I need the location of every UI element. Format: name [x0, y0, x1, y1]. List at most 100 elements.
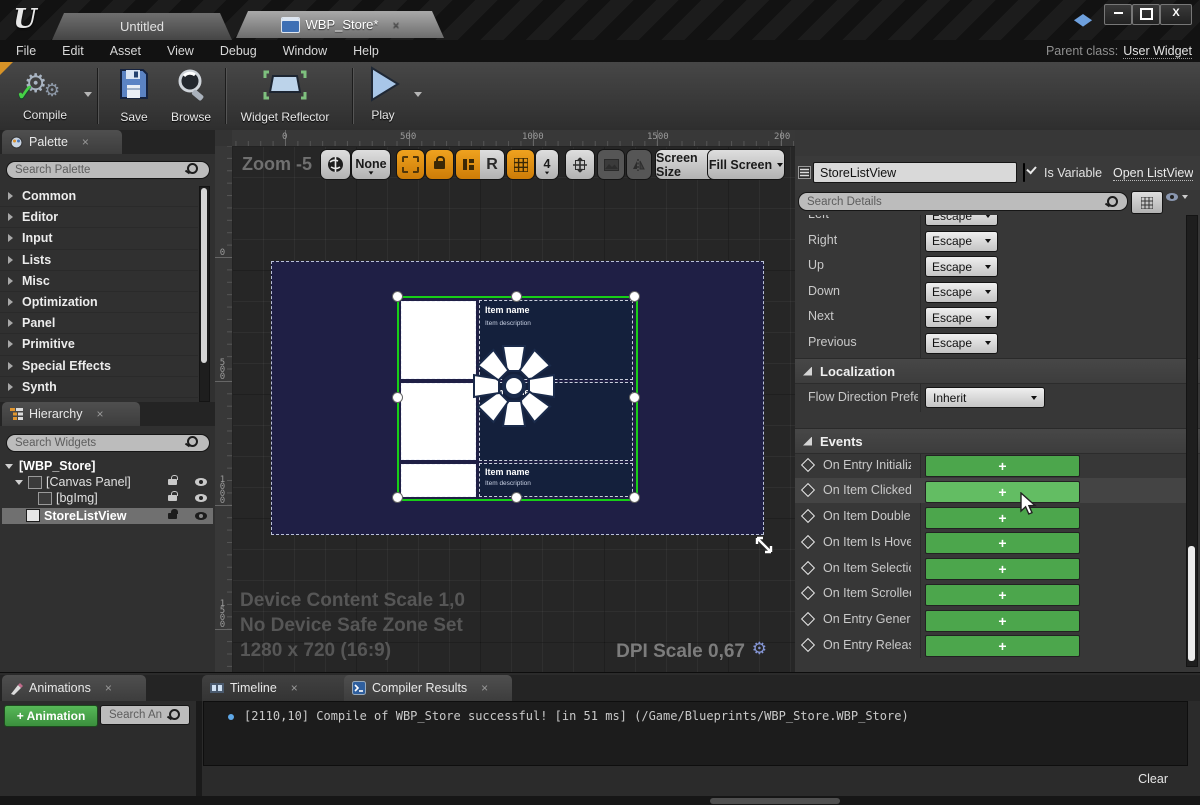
dpi-settings-gear-icon[interactable]: ⚙: [752, 639, 767, 659]
add-event-button[interactable]: +: [925, 558, 1080, 580]
right-nav-dropdown[interactable]: Escape: [925, 231, 998, 252]
add-event-button[interactable]: +: [925, 584, 1080, 606]
grid-snap-size-dropdown[interactable]: 4: [535, 149, 559, 180]
palette-category-lists[interactable]: Lists: [0, 250, 198, 271]
tab-compiler-results[interactable]: Compiler Results ×: [344, 675, 512, 701]
expand-arrow-icon[interactable]: [8, 277, 13, 285]
is-variable-checkbox[interactable]: [1023, 163, 1025, 182]
resize-handle[interactable]: [392, 492, 403, 503]
hierarchy-search-input[interactable]: [6, 434, 210, 452]
events-section-header[interactable]: Events: [795, 428, 1200, 454]
tab-timeline[interactable]: Timeline ×: [202, 675, 356, 701]
unlocked-icon[interactable]: [168, 479, 177, 485]
expand-arrow-icon[interactable]: [8, 340, 13, 348]
resize-handle[interactable]: [392, 392, 403, 403]
parent-class-link[interactable]: User Widget: [1123, 44, 1192, 59]
lock-icon[interactable]: [168, 513, 177, 519]
widget-preview-frame[interactable]: Item name Item description Item name Ite…: [271, 261, 764, 535]
localization-preview-globe-button[interactable]: [320, 149, 351, 180]
transform-mode-button[interactable]: [565, 149, 595, 180]
show-outlines-toggle[interactable]: [396, 149, 425, 180]
clear-log-button[interactable]: Clear: [1138, 772, 1168, 786]
palette-scrollbar[interactable]: [199, 186, 210, 402]
add-event-button-hovered[interactable]: +: [925, 481, 1080, 503]
resize-handle[interactable]: [629, 291, 640, 302]
palette-category-synth[interactable]: Synth: [0, 377, 198, 398]
previous-nav-dropdown[interactable]: Escape: [925, 333, 998, 354]
grid-snap-toggle[interactable]: [506, 149, 535, 180]
up-nav-dropdown[interactable]: Escape: [925, 256, 998, 277]
menu-file[interactable]: File: [12, 40, 40, 62]
entry-image-placeholder[interactable]: [401, 383, 476, 460]
entry-image-placeholder[interactable]: [401, 464, 476, 497]
bottom-scrollbar-thumb[interactable]: [710, 798, 840, 804]
close-icon[interactable]: ×: [291, 681, 298, 695]
visibility-eye-icon[interactable]: [195, 512, 207, 520]
resize-handle[interactable]: [392, 291, 403, 302]
property-matrix-button[interactable]: [1131, 191, 1163, 214]
open-listview-link[interactable]: Open ListView: [1113, 166, 1193, 181]
tree-item-bgimg[interactable]: [bgImg]: [0, 490, 215, 506]
bottom-scrollbar-track[interactable]: [0, 796, 1200, 805]
palette-category-editor[interactable]: Editor: [0, 207, 198, 228]
asset-tab-wbp-store[interactable]: WBP_Store* ×: [236, 11, 444, 38]
minimize-button[interactable]: [1104, 4, 1132, 25]
tab-palette[interactable]: Palette ×: [2, 130, 122, 154]
expand-arrow-icon[interactable]: [8, 362, 13, 370]
menu-window[interactable]: Window: [279, 40, 331, 62]
close-icon[interactable]: ×: [481, 681, 488, 695]
visibility-eye-icon[interactable]: [195, 478, 207, 486]
palette-category-primitive[interactable]: Primitive: [0, 334, 198, 355]
close-icon[interactable]: ×: [82, 135, 89, 149]
widget-name-field[interactable]: [813, 162, 1017, 183]
localization-section-header[interactable]: Localization: [795, 358, 1200, 384]
layout-flags-icon[interactable]: [456, 150, 480, 179]
close-icon[interactable]: ×: [392, 19, 399, 31]
storelistview-selected-widget[interactable]: Item name Item description Item name Ite…: [397, 296, 638, 501]
menu-asset[interactable]: Asset: [106, 40, 145, 62]
collapse-arrow-icon[interactable]: [15, 480, 23, 485]
expand-arrow-icon[interactable]: [8, 234, 13, 242]
expand-arrow-icon[interactable]: [8, 383, 13, 391]
details-scrollbar[interactable]: [1186, 215, 1198, 667]
palette-category-special-effects[interactable]: Special Effects: [0, 356, 198, 377]
unlocked-icon[interactable]: [168, 495, 177, 501]
tab-hierarchy[interactable]: Hierarchy ×: [2, 402, 140, 426]
close-window-button[interactable]: X: [1160, 4, 1192, 25]
close-icon[interactable]: ×: [105, 681, 112, 695]
designer-viewport[interactable]: 0 500 1000 1500 200 0 500 1000 1500 Zoom…: [215, 130, 795, 672]
fill-screen-dropdown[interactable]: Fill Screen: [707, 149, 785, 180]
menu-edit[interactable]: Edit: [58, 40, 88, 62]
resize-handle[interactable]: [511, 291, 522, 302]
add-event-button[interactable]: +: [925, 610, 1080, 632]
menu-view[interactable]: View: [163, 40, 198, 62]
tab-animations[interactable]: Animations ×: [2, 675, 146, 701]
respect-locks-split-button[interactable]: R: [455, 149, 505, 180]
flip-preview-button[interactable]: [626, 149, 652, 180]
listview-entry[interactable]: Item name Item description: [479, 463, 633, 497]
down-nav-dropdown[interactable]: Escape: [925, 282, 998, 303]
play-options-dropdown[interactable]: [414, 92, 422, 97]
tree-item-storelistview-selected[interactable]: StoreListView: [2, 508, 213, 524]
palette-category-optimization[interactable]: Optimization: [0, 292, 198, 313]
compiler-results-log[interactable]: [2110,10] Compile of WBP_Store successfu…: [203, 701, 1188, 766]
r-toggle[interactable]: R: [480, 150, 504, 179]
expand-arrow-icon[interactable]: [8, 192, 13, 200]
lock-widgets-toggle[interactable]: [425, 149, 454, 180]
compile-options-dropdown[interactable]: [84, 92, 92, 97]
add-event-button[interactable]: +: [925, 507, 1080, 529]
palette-scrollbar-thumb[interactable]: [201, 188, 207, 363]
palette-category-panel[interactable]: Panel: [0, 313, 198, 334]
next-nav-dropdown[interactable]: Escape: [925, 307, 998, 328]
expand-arrow-icon[interactable]: [8, 319, 13, 327]
menu-help[interactable]: Help: [349, 40, 383, 62]
preview-culture-dropdown[interactable]: None: [351, 149, 391, 180]
add-event-button[interactable]: +: [925, 455, 1080, 477]
maximize-button[interactable]: [1132, 4, 1160, 25]
resize-handle[interactable]: [511, 492, 522, 503]
collapse-arrow-icon[interactable]: [5, 464, 13, 469]
palette-search-input[interactable]: [6, 161, 210, 179]
expand-arrow-icon[interactable]: [8, 256, 13, 264]
tree-item-wbp-store[interactable]: [WBP_Store]: [0, 458, 215, 474]
resize-handle[interactable]: [629, 492, 640, 503]
